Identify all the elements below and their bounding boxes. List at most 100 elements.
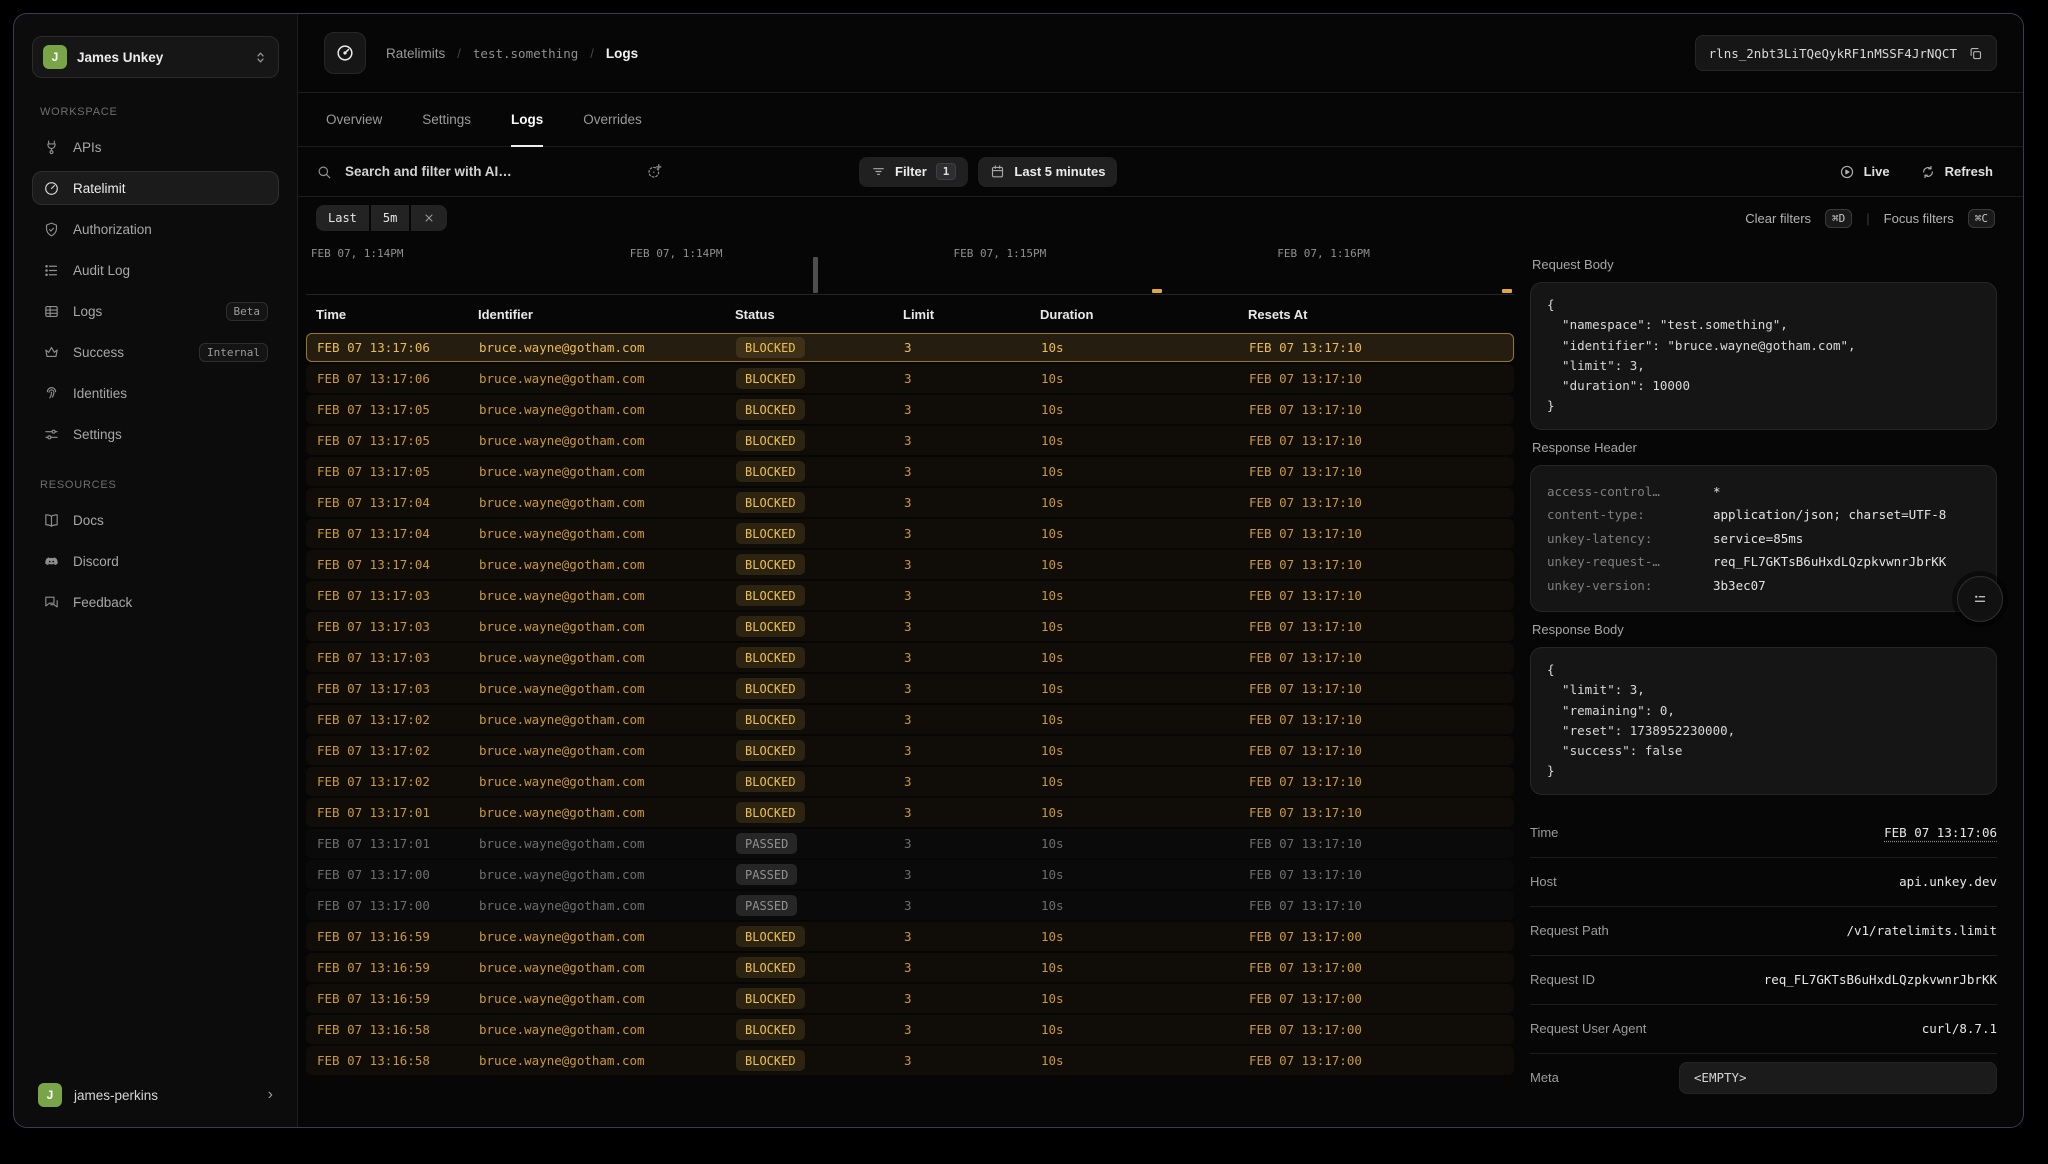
log-table-row[interactable]: FEB 07 13:16:58bruce.wayne@gotham.comBLO…: [306, 1046, 1514, 1075]
timeline-cursor[interactable]: [813, 257, 818, 293]
column-header-status[interactable]: Status: [725, 307, 893, 322]
log-table-row[interactable]: FEB 07 13:17:04bruce.wayne@gotham.comBLO…: [306, 519, 1514, 548]
root-key-pill[interactable]: rlns_2nbt3LiTQeQykRF1nMSSF4JrNQCT: [1695, 35, 1997, 71]
cell-identifier: bruce.wayne@gotham.com: [469, 464, 726, 479]
sidebar-item-discord[interactable]: Discord: [32, 544, 279, 578]
detail-field-label: Request Path: [1530, 923, 1609, 938]
table-icon: [43, 303, 60, 320]
close-icon[interactable]: [411, 205, 447, 231]
cell-time: FEB 07 13:17:04: [307, 495, 469, 510]
active-filters-row: Last 5m Clear filters ⌘D | Focus filters…: [298, 197, 2023, 239]
workspace-selector[interactable]: J James Unkey: [32, 36, 279, 78]
sidebar-item-success[interactable]: SuccessInternal: [32, 335, 279, 369]
log-table-row[interactable]: FEB 07 13:17:03bruce.wayne@gotham.comBLO…: [306, 643, 1514, 672]
sidebar-item-logs[interactable]: LogsBeta: [32, 294, 279, 328]
response-header-title: Response Header: [1532, 440, 1995, 455]
log-table-row[interactable]: FEB 07 13:17:04bruce.wayne@gotham.comBLO…: [306, 550, 1514, 579]
cell-time: FEB 07 13:16:59: [307, 991, 469, 1006]
detail-field-label: Time: [1530, 825, 1558, 840]
cell-limit: 3: [894, 402, 1031, 417]
log-table-row[interactable]: FEB 07 13:17:05bruce.wayne@gotham.comBLO…: [306, 457, 1514, 486]
meta-empty-box: <EMPTY>: [1679, 1062, 1997, 1094]
log-table-row[interactable]: FEB 07 13:16:59bruce.wayne@gotham.comBLO…: [306, 953, 1514, 982]
cell-limit: 3: [894, 929, 1031, 944]
column-header-time[interactable]: Time: [306, 307, 468, 322]
cell-limit: 3: [894, 836, 1031, 851]
cell-duration: 10s: [1031, 619, 1239, 634]
sidebar-item-ratelimit[interactable]: Ratelimit: [32, 171, 279, 205]
breadcrumb-namespace[interactable]: test.something: [473, 46, 578, 61]
log-table-row[interactable]: FEB 07 13:17:03bruce.wayne@gotham.comBLO…: [306, 581, 1514, 610]
response-body-title: Response Body: [1532, 622, 1995, 637]
log-table-row[interactable]: FEB 07 13:17:00bruce.wayne@gotham.comPAS…: [306, 860, 1514, 889]
search-input[interactable]: [343, 163, 646, 180]
search-box[interactable]: [316, 163, 646, 180]
detail-field-value[interactable]: FEB 07 13:17:06: [1884, 825, 1997, 840]
time-range-button[interactable]: Last 5 minutes: [978, 157, 1117, 187]
log-table-row[interactable]: FEB 07 13:17:06bruce.wayne@gotham.comBLO…: [306, 364, 1514, 393]
clear-filters-label[interactable]: Clear filters: [1745, 211, 1811, 226]
status-badge: PASSED: [736, 833, 797, 854]
log-table-row[interactable]: FEB 07 13:17:06bruce.wayne@gotham.comBLO…: [306, 333, 1514, 362]
log-table-row[interactable]: FEB 07 13:17:02bruce.wayne@gotham.comBLO…: [306, 736, 1514, 765]
log-table-row[interactable]: FEB 07 13:16:59bruce.wayne@gotham.comBLO…: [306, 922, 1514, 951]
sidebar-item-identities[interactable]: Identities: [32, 376, 279, 410]
log-table-row[interactable]: FEB 07 13:17:02bruce.wayne@gotham.comBLO…: [306, 705, 1514, 734]
log-table-row[interactable]: FEB 07 13:16:58bruce.wayne@gotham.comBLO…: [306, 1015, 1514, 1044]
refresh-button[interactable]: Refresh: [1920, 164, 1993, 180]
detail-field-host: Hostapi.unkey.dev: [1530, 858, 1997, 907]
log-table-row[interactable]: FEB 07 13:17:02bruce.wayne@gotham.comBLO…: [306, 767, 1514, 796]
column-header-duration[interactable]: Duration: [1030, 307, 1238, 322]
log-table-row[interactable]: FEB 07 13:17:00bruce.wayne@gotham.comPAS…: [306, 891, 1514, 920]
log-table-row[interactable]: FEB 07 13:17:01bruce.wayne@gotham.comBLO…: [306, 798, 1514, 827]
status-badge: BLOCKED: [736, 399, 805, 420]
filter-chip-value[interactable]: 5m: [371, 205, 409, 231]
cell-identifier: bruce.wayne@gotham.com: [469, 743, 726, 758]
live-button[interactable]: Live: [1839, 164, 1890, 180]
tab-bar: Overview Settings Logs Overrides: [298, 93, 2023, 147]
focus-filters-label[interactable]: Focus filters: [1884, 211, 1954, 226]
filter-button[interactable]: Filter 1: [859, 157, 968, 187]
list-settings-icon[interactable]: [1957, 576, 2003, 622]
cell-resets-at: FEB 07 13:17:10: [1239, 805, 1513, 820]
tab-overview[interactable]: Overview: [326, 93, 382, 146]
log-table-row[interactable]: FEB 07 13:17:03bruce.wayne@gotham.comBLO…: [306, 674, 1514, 703]
column-header-identifier[interactable]: Identifier: [468, 307, 725, 322]
column-header-limit[interactable]: Limit: [893, 307, 1030, 322]
logs-timeline[interactable]: FEB 07, 1:14PMFEB 07, 1:14PMFEB 07, 1:15…: [306, 239, 1514, 295]
tab-settings[interactable]: Settings: [422, 93, 471, 146]
copy-icon[interactable]: [1968, 46, 1983, 61]
breadcrumb-ratelimits[interactable]: Ratelimits: [386, 46, 445, 61]
status-badge: BLOCKED: [736, 771, 805, 792]
cell-status: BLOCKED: [726, 554, 894, 575]
log-table-row[interactable]: FEB 07 13:17:04bruce.wayne@gotham.comBLO…: [306, 488, 1514, 517]
log-table-row[interactable]: FEB 07 13:17:05bruce.wayne@gotham.comBLO…: [306, 426, 1514, 455]
sidebar-item-apis[interactable]: APIs: [32, 130, 279, 164]
filter-chip-field[interactable]: Last: [316, 205, 369, 231]
user-menu[interactable]: J james-perkins ›: [32, 1083, 279, 1107]
log-table-row[interactable]: FEB 07 13:17:05bruce.wayne@gotham.comBLO…: [306, 395, 1514, 424]
timeline-tick-label: FEB 07, 1:14PM: [311, 247, 404, 260]
detail-field-value: api.unkey.dev: [1899, 874, 1997, 889]
cell-duration: 10s: [1031, 929, 1239, 944]
response-header-key: access-control…: [1547, 480, 1699, 504]
tab-overrides[interactable]: Overrides: [583, 93, 642, 146]
cell-time: FEB 07 13:17:01: [307, 805, 469, 820]
log-table-row[interactable]: FEB 07 13:16:59bruce.wayne@gotham.comBLO…: [306, 984, 1514, 1013]
sidebar-item-docs[interactable]: Docs: [32, 503, 279, 537]
cell-limit: 3: [894, 340, 1031, 355]
log-table-row[interactable]: FEB 07 13:17:03bruce.wayne@gotham.comBLO…: [306, 612, 1514, 641]
cell-status: BLOCKED: [726, 926, 894, 947]
sidebar-item-feedback[interactable]: Feedback: [32, 585, 279, 619]
response-header-value: req_FL7GKTsB6uHxdLQzpkvwnrJbrKK: [1713, 550, 1946, 574]
tab-logs[interactable]: Logs: [511, 93, 543, 146]
cell-time: FEB 07 13:17:06: [307, 340, 469, 355]
sidebar-item-authorization[interactable]: Authorization: [32, 212, 279, 246]
sidebar-item-settings[interactable]: Settings: [32, 417, 279, 451]
status-badge: BLOCKED: [736, 616, 805, 637]
status-badge: BLOCKED: [736, 368, 805, 389]
sidebar-item-audit-log[interactable]: Audit Log: [32, 253, 279, 287]
circle-plus-icon[interactable]: [646, 163, 663, 180]
log-table-row[interactable]: FEB 07 13:17:01bruce.wayne@gotham.comPAS…: [306, 829, 1514, 858]
column-header-resets-at[interactable]: Resets At: [1238, 307, 1514, 322]
